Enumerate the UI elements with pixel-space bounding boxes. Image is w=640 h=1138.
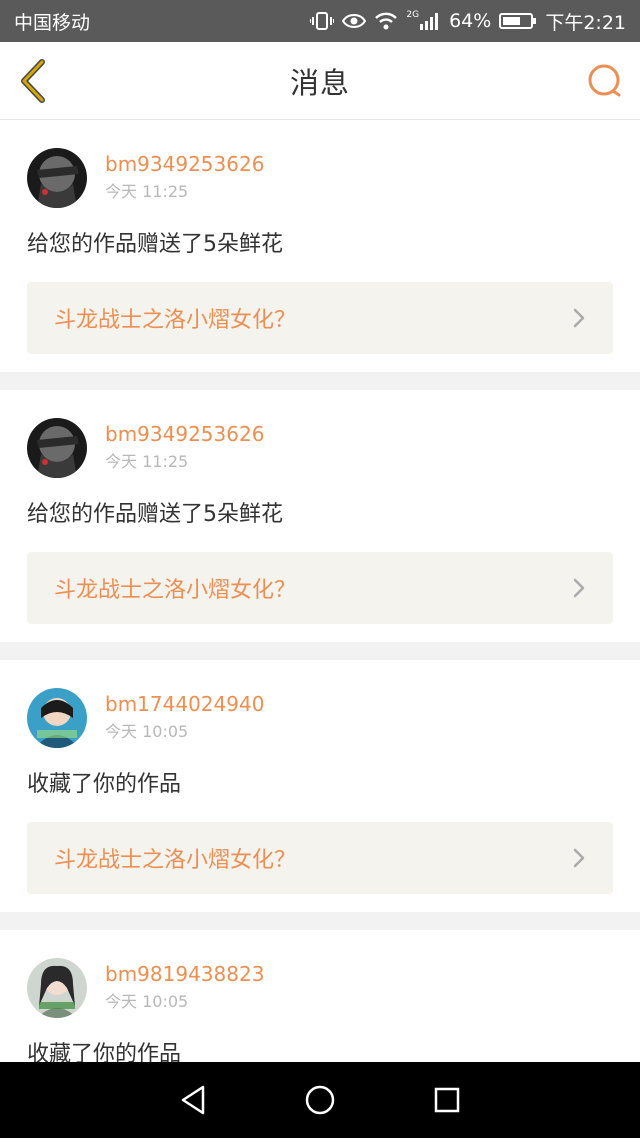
work-link[interactable]: 斗龙战士之洛小熠女化？ [27,282,613,354]
battery-fill [503,17,520,25]
nav-back-button[interactable] [173,1080,213,1120]
message-header: bm9349253626 今天 11:25 [27,148,613,208]
message-header: bm9349253626 今天 11:25 [27,418,613,478]
nav-home-button[interactable] [300,1080,340,1120]
battery-percent: 64% [449,10,492,32]
message-meta: bm1744024940 今天 10:05 [105,691,264,745]
search-icon [588,64,621,97]
carrier-label: 中国移动 [14,11,91,34]
message-card: bm1744024940 今天 10:05 收藏了你的作品 斗龙战士之洛小熠女化… [0,660,640,912]
chevron-right-icon [573,848,585,868]
message-header: bm9819438823 今天 10:05 [27,958,613,1018]
clock: 下午2:21 [545,11,626,34]
message-card: bm9819438823 今天 10:05 收藏了你的作品 [0,930,640,1062]
message-meta: bm9819438823 今天 10:05 [105,961,264,1015]
square-recents-icon [434,1087,459,1113]
message-text: 收藏了你的作品 [27,1042,182,1062]
message-list[interactable]: bm9349253626 今天 11:25 给您的作品赠送了5朵鲜花 斗龙战士之… [0,120,640,1062]
work-link[interactable]: 斗龙战士之洛小熠女化？ [27,822,613,894]
avatar[interactable] [27,958,87,1018]
page-title: 消息 [289,65,350,100]
top-app-bar: 消息 [0,42,640,120]
message-card: bm9349253626 今天 11:25 给您的作品赠送了5朵鲜花 斗龙战士之… [0,390,640,642]
signal-icon: 2G [406,10,441,30]
timestamp: 今天 10:05 [105,722,189,741]
network-type-label: 2G [406,10,420,20]
battery-icon [499,13,537,29]
avatar[interactable] [27,688,87,748]
message-header: bm1744024940 今天 10:05 [27,688,613,748]
chevron-right-icon [573,308,585,328]
avatar[interactable] [27,418,87,478]
chevron-right-icon [573,578,585,598]
message-text: 收藏了你的作品 [27,772,182,797]
eye-comfort-icon [342,12,367,30]
username[interactable]: bm1744024940 [105,691,264,717]
system-nav-bar [0,1062,640,1138]
message-meta: bm9349253626 今天 11:25 [105,151,264,205]
work-title: 斗龙战士之洛小熠女化？ [54,308,297,333]
username[interactable]: bm9349253626 [105,151,264,177]
status-icons: 2G 64% 下午2:21 [310,8,626,35]
timestamp: 今天 11:25 [105,182,189,201]
circle-home-icon [305,1085,335,1115]
chevron-left-icon [21,59,45,103]
triangle-back-icon [182,1085,205,1115]
message-text: 给您的作品赠送了5朵鲜花 [27,232,283,257]
search-button[interactable] [586,62,624,100]
wifi-icon [374,11,398,31]
username[interactable]: bm9819438823 [105,961,264,987]
back-button[interactable] [16,58,52,104]
status-bar: 中国移动 2G 64% 下午2:21 [0,0,640,42]
avatar[interactable] [27,148,87,208]
timestamp: 今天 10:05 [105,992,189,1011]
message-card: bm9349253626 今天 11:25 给您的作品赠送了5朵鲜花 斗龙战士之… [0,120,640,372]
username[interactable]: bm9349253626 [105,421,264,447]
work-title: 斗龙战士之洛小熠女化？ [54,578,297,603]
work-title: 斗龙战士之洛小熠女化？ [54,848,297,873]
message-text: 给您的作品赠送了5朵鲜花 [27,502,283,527]
nav-recents-button[interactable] [427,1080,467,1120]
work-link[interactable]: 斗龙战士之洛小熠女化？ [27,552,613,624]
timestamp: 今天 11:25 [105,452,189,471]
vibrate-icon [310,11,335,31]
message-meta: bm9349253626 今天 11:25 [105,421,264,475]
